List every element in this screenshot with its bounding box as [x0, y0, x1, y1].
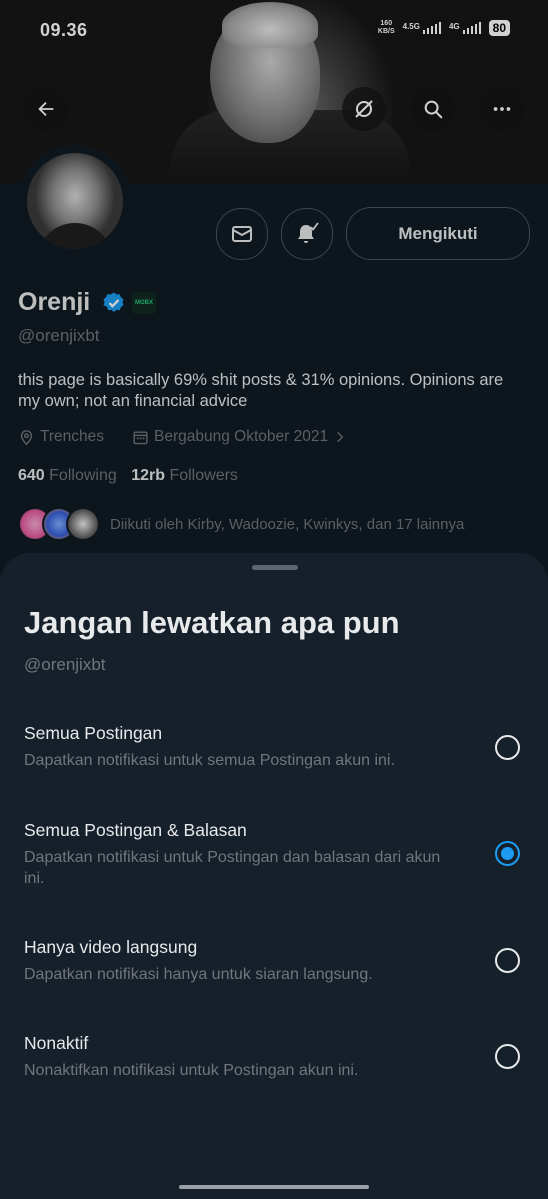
sheet-grabber[interactable]	[252, 565, 298, 570]
radio-all-posts[interactable]	[495, 735, 520, 760]
option-description: Dapatkan notifikasi untuk Postingan dan …	[24, 849, 441, 887]
sheet-title: Jangan lewatkan apa pun	[24, 605, 400, 640]
option-posts-and-replies[interactable]: Semua Postingan & Balasan Dapatkan notif…	[0, 820, 548, 890]
notification-sheet: Jangan lewatkan apa pun @orenjixbt Semua…	[0, 553, 548, 1199]
sheet-handle: @orenjixbt	[24, 655, 106, 674]
option-live-only[interactable]: Hanya video langsung Dapatkan notifikasi…	[0, 937, 548, 997]
home-indicator[interactable]	[179, 1185, 369, 1189]
radio-off[interactable]	[495, 1044, 520, 1069]
profile-screen: 09.36 160 KB/S 4.5G 4G 80 Mengikuti Oren…	[0, 0, 548, 1199]
option-title: Semua Postingan	[24, 723, 163, 743]
radio-live-only[interactable]	[495, 948, 520, 973]
radio-posts-and-replies[interactable]	[495, 841, 520, 866]
radio-selected-dot	[501, 847, 514, 860]
option-all-posts[interactable]: Semua Postingan Dapatkan notifikasi untu…	[0, 723, 548, 783]
option-description: Dapatkan notifikasi untuk semua Postinga…	[24, 752, 395, 769]
option-off[interactable]: Nonaktif Nonaktifkan notifikasi untuk Po…	[0, 1033, 548, 1093]
option-title: Semua Postingan & Balasan	[24, 820, 247, 840]
option-description: Dapatkan notifikasi hanya untuk siaran l…	[24, 966, 373, 983]
option-description: Nonaktifkan notifikasi untuk Postingan a…	[24, 1062, 359, 1079]
option-title: Hanya video langsung	[24, 937, 198, 957]
option-title: Nonaktif	[24, 1033, 89, 1053]
